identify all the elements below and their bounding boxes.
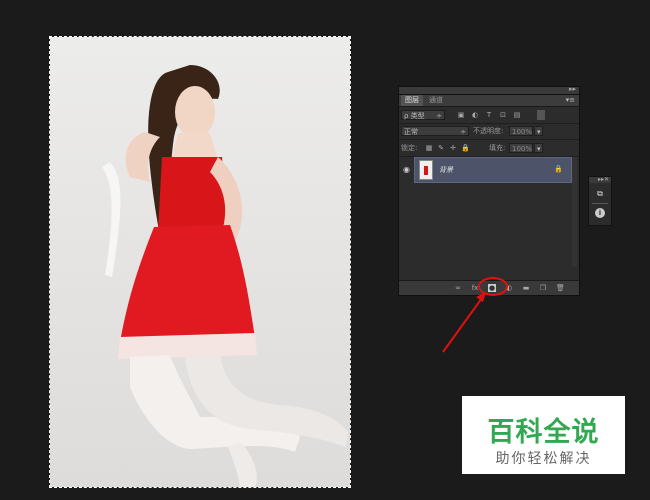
- photo-figure: [102, 65, 348, 487]
- opacity-label: 不透明度:: [473, 127, 504, 135]
- pixel-filter-icon[interactable]: ▣: [457, 111, 465, 119]
- blend-mode-value: 正常: [404, 128, 418, 136]
- filter-kind-value: 类型: [410, 112, 425, 120]
- lock-transparency-icon[interactable]: ▦: [425, 144, 433, 152]
- panel-menu-icon[interactable]: ▾≡: [566, 95, 575, 106]
- highlight-ring: [478, 277, 508, 296]
- layer-lock-icon: 🔒: [554, 165, 563, 173]
- opacity-input[interactable]: 100%: [509, 126, 533, 136]
- search-icon: ρ: [404, 112, 409, 120]
- fill-dropdown-icon[interactable]: ▾: [534, 143, 543, 153]
- watermark-subtitle: 助你轻松解决: [495, 451, 592, 467]
- fill-label: 填充:: [489, 144, 506, 152]
- lock-label: 锁定:: [401, 144, 418, 152]
- chevron-down-icon: ÷: [436, 112, 442, 120]
- filter-row: ρ 类型 ÷ ▣ ◐ T ⊡ ▤: [399, 109, 579, 122]
- lock-pixels-icon[interactable]: ✎: [437, 144, 445, 152]
- layer-row-background[interactable]: 背景 🔒: [414, 157, 572, 183]
- dock-collapse-icon[interactable]: ▸▸✕: [589, 177, 611, 183]
- lock-position-icon[interactable]: ✛: [449, 144, 457, 152]
- smart-object-filter-icon[interactable]: ▤: [513, 111, 521, 119]
- layers-scrollbar[interactable]: [572, 157, 577, 267]
- watermark-logo: 百科全说 助你轻松解决: [462, 396, 625, 474]
- fill-input[interactable]: 100%: [509, 143, 533, 153]
- visibility-eye-icon[interactable]: ◉: [403, 165, 410, 174]
- panel-tabs: 图层 通道 ▾≡: [399, 95, 579, 107]
- canvas-image: [49, 36, 351, 488]
- blend-row: 正常 ÷ 不透明度: 100% ▾: [399, 125, 579, 138]
- history-panel-icon[interactable]: ⧉: [595, 189, 605, 199]
- type-filter-icon[interactable]: T: [485, 111, 493, 119]
- new-group-folder-icon[interactable]: ▬: [522, 284, 530, 292]
- link-layers-icon[interactable]: ∞: [454, 284, 462, 292]
- layers-panel: ▸▸ 图层 通道 ▾≡ ρ 类型 ÷ ▣ ◐ T ⊡ ▤ 正常 ÷ 不透明度: …: [398, 85, 580, 296]
- filter-kind-select[interactable]: ρ 类型 ÷: [401, 110, 445, 120]
- tab-layers[interactable]: 图层: [401, 95, 423, 106]
- collapsed-panel-dock: ▸▸✕ ⧉ i: [588, 176, 612, 226]
- panel-title-bar[interactable]: ▸▸: [399, 85, 579, 95]
- lock-row: 锁定: ▦ ✎ ✛ 🔒 填充: 100% ▾: [399, 142, 579, 155]
- layer-name: 背景: [439, 166, 453, 174]
- shape-filter-icon[interactable]: ⊡: [499, 111, 507, 119]
- info-icon[interactable]: i: [595, 208, 605, 218]
- filter-toggle-icon[interactable]: [537, 110, 545, 120]
- tab-channels[interactable]: 通道: [425, 95, 447, 106]
- adjustment-filter-icon[interactable]: ◐: [471, 111, 479, 119]
- blend-mode-select[interactable]: 正常 ÷: [401, 126, 469, 136]
- trash-icon[interactable]: 🗑: [556, 284, 565, 292]
- lock-all-icon[interactable]: 🔒: [461, 144, 470, 152]
- collapse-icon[interactable]: ▸▸: [569, 85, 576, 93]
- chevron-down-icon: ÷: [460, 128, 466, 136]
- new-layer-icon[interactable]: ❐: [539, 284, 547, 292]
- layer-thumbnail: [419, 160, 433, 180]
- watermark-title: 百科全说: [487, 417, 600, 448]
- opacity-dropdown-icon[interactable]: ▾: [534, 126, 543, 136]
